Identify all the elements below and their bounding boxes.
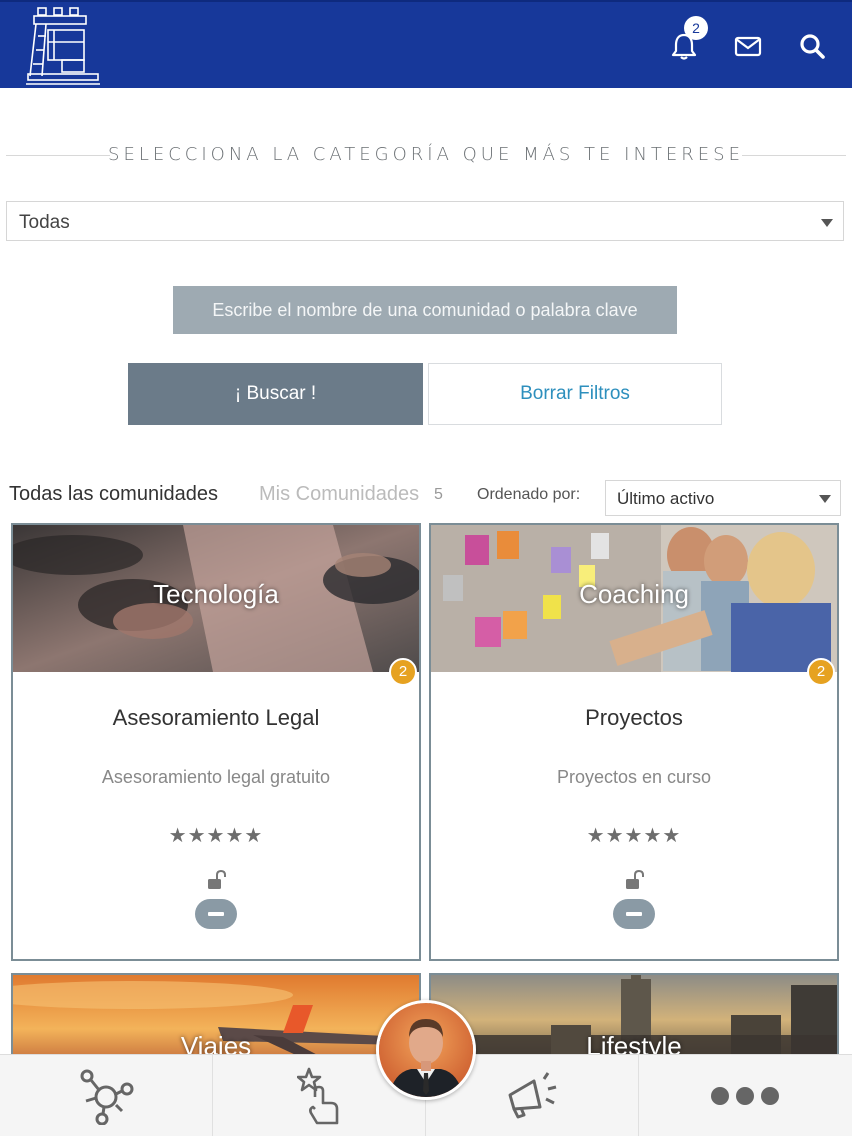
search-icon[interactable] <box>796 30 828 62</box>
community-card[interactable]: Lifestyle <box>429 973 839 1063</box>
chevron-down-icon <box>819 495 831 503</box>
my-communities-count: 5 <box>434 486 443 503</box>
star-rating: ★★★★★ <box>586 823 682 847</box>
tab-my-communities[interactable]: Mis Comunidades <box>259 483 419 506</box>
card-cover-image: Tecnología <box>13 525 419 672</box>
more-dots-icon <box>711 1087 779 1105</box>
star-rating: ★★★★★ <box>168 823 264 847</box>
tab-all-communities[interactable]: Todas las comunidades <box>9 483 218 506</box>
chevron-down-icon <box>821 219 833 227</box>
nav-more[interactable] <box>639 1055 852 1136</box>
unlocked-padlock-icon <box>208 869 226 889</box>
tower-logo-icon[interactable] <box>24 6 102 86</box>
card-count-badge: 2 <box>389 658 417 686</box>
clear-filters-button[interactable]: Borrar Filtros <box>428 363 722 425</box>
card-title[interactable]: Asesoramiento Legal <box>13 705 419 731</box>
network-icon <box>80 1069 134 1125</box>
category-select[interactable]: Todas <box>6 201 844 241</box>
category-select-value: Todas <box>19 212 70 233</box>
community-card[interactable]: Coaching 2 Proyectos Proyectos en curso … <box>429 523 839 961</box>
card-description: Proyectos en curso <box>556 767 712 787</box>
touch-hand-icon <box>297 1067 339 1125</box>
leave-community-button[interactable] <box>613 899 655 929</box>
card-cover-image: Coaching <box>431 525 837 672</box>
nav-network[interactable] <box>0 1055 213 1136</box>
unlocked-padlock-icon <box>626 869 644 889</box>
category-heading: SELECCIONA LA CATEGORÍA QUE MÁS TE INTER… <box>108 144 744 165</box>
card-category-label: Coaching <box>579 579 689 609</box>
sort-select-value: Último activo <box>617 489 715 508</box>
search-button[interactable]: ¡ Buscar ! <box>128 363 423 425</box>
category-heading-row: SELECCIONA LA CATEGORÍA QUE MÁS TE INTER… <box>6 140 846 170</box>
top-app-bar: 2 <box>0 0 852 88</box>
community-card[interactable]: Tecnología 2 Asesoramiento Legal Asesora… <box>11 523 421 961</box>
card-category-label: Tecnología <box>153 579 279 609</box>
community-card[interactable]: Viajes <box>11 973 421 1063</box>
leave-community-button[interactable] <box>195 899 237 929</box>
card-description: Asesoramiento legal gratuito <box>101 767 331 787</box>
heading-divider-right <box>742 155 846 156</box>
mail-icon[interactable] <box>732 30 764 62</box>
megaphone-icon <box>508 1072 557 1119</box>
keyword-search-input[interactable] <box>173 286 677 334</box>
sort-select[interactable]: Último activo <box>605 480 841 516</box>
profile-avatar-image <box>379 1003 473 1097</box>
card-count-badge: 2 <box>807 658 835 686</box>
community-tabs: Todas las comunidades Mis Comunidades 5 … <box>0 480 852 516</box>
card-title[interactable]: Proyectos <box>431 705 837 731</box>
sort-label: Ordenado por: <box>477 486 581 503</box>
notification-count-badge: 2 <box>684 16 708 40</box>
profile-avatar[interactable] <box>376 1000 476 1100</box>
